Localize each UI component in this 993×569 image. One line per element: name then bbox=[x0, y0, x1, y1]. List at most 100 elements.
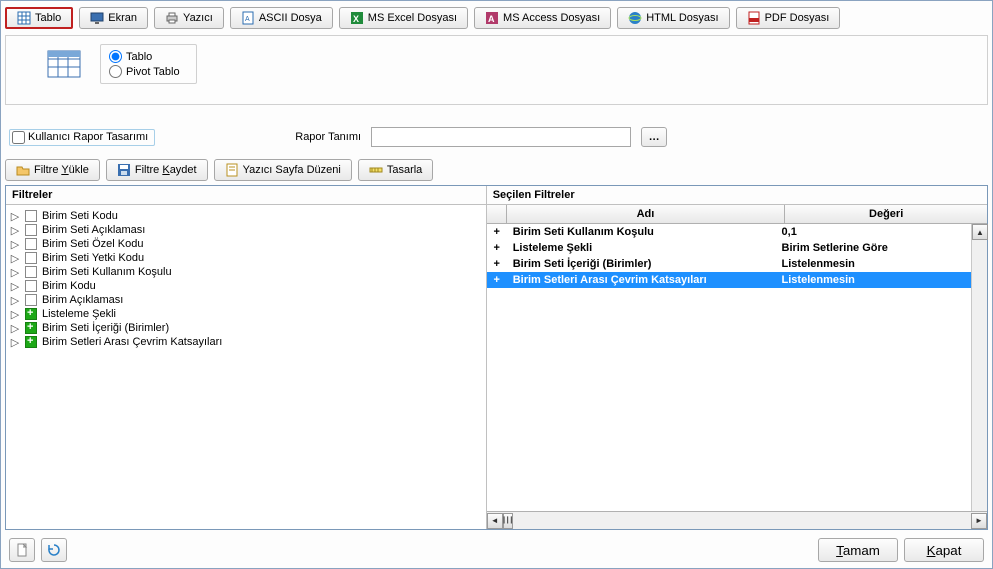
table-large-icon bbox=[46, 49, 82, 79]
report-def-input[interactable] bbox=[371, 127, 631, 147]
selected-filter-row[interactable]: +Birim Seti Kullanım Koşulu0,1 bbox=[487, 224, 971, 240]
status-empty-icon bbox=[25, 210, 37, 222]
filter-item-label: Birim Seti Kullanım Koşulu bbox=[42, 266, 172, 278]
output-access-label: MS Access Dosyası bbox=[503, 12, 600, 24]
filter-item-label: Birim Seti Yetki Kodu bbox=[42, 252, 144, 264]
report-def-label: Rapor Tanımı bbox=[295, 131, 361, 143]
status-green-icon bbox=[25, 322, 37, 334]
view-mode-pivot-radio[interactable] bbox=[109, 65, 122, 78]
refresh-icon bbox=[47, 543, 61, 557]
grid-header-value[interactable]: Değeri bbox=[785, 205, 987, 223]
report-def-browse-button[interactable]: … bbox=[641, 127, 667, 147]
user-design-label: Kullanıcı Rapor Tasarımı bbox=[28, 131, 148, 143]
filter-save-button[interactable]: Filtre Kaydet bbox=[106, 159, 208, 181]
view-mode-pivot-label: Pivot Tablo bbox=[126, 66, 180, 78]
selected-filter-row[interactable]: +Listeleme ŞekliBirim Setlerine Göre bbox=[487, 240, 971, 256]
status-empty-icon bbox=[25, 252, 37, 264]
filter-tree-item[interactable]: ▷ Birim Kodu bbox=[8, 279, 484, 293]
svg-text:A: A bbox=[245, 16, 250, 23]
expand-icon[interactable]: ▷ bbox=[10, 211, 20, 221]
filter-item-label: Birim Açıklaması bbox=[42, 294, 123, 306]
user-design-checkbox[interactable] bbox=[12, 131, 25, 144]
filter-item-label: Birim Seti İçeriği (Birimler) bbox=[42, 322, 169, 334]
view-mode-tablo-radio[interactable] bbox=[109, 50, 122, 63]
report-dialog: Tablo Ekran Yazıcı A ASCII Dosya X MS Ex… bbox=[0, 0, 993, 569]
filter-tree-item[interactable]: ▷ Birim Seti Kullanım Koşulu bbox=[8, 265, 484, 279]
selected-filter-value: Birim Setlerine Göre bbox=[776, 240, 971, 256]
selected-filter-row[interactable]: +Birim Setleri Arası Çevrim KatsayılarıL… bbox=[487, 272, 971, 288]
filter-tree-item[interactable]: ▷ Birim Açıklaması bbox=[8, 293, 484, 307]
expand-plus-icon[interactable]: + bbox=[487, 224, 507, 240]
expand-plus-icon[interactable]: + bbox=[487, 272, 507, 288]
svg-text:X: X bbox=[353, 14, 359, 24]
expand-icon[interactable]: ▷ bbox=[10, 225, 20, 235]
expand-icon[interactable]: ▷ bbox=[10, 337, 20, 347]
vertical-scrollbar[interactable]: ▲ bbox=[971, 224, 987, 511]
selected-filter-row[interactable]: +Birim Seti İçeriği (Birimler)Listelenme… bbox=[487, 256, 971, 272]
printer-icon bbox=[165, 11, 179, 25]
filter-tree-item[interactable]: ▷Birim Seti Kodu bbox=[8, 209, 484, 223]
new-page-button[interactable] bbox=[9, 538, 35, 562]
expand-icon[interactable]: ▷ bbox=[10, 309, 20, 319]
selected-filter-name: Birim Setleri Arası Çevrim Katsayıları bbox=[507, 272, 776, 288]
close-button[interactable]: Kapat bbox=[904, 538, 984, 562]
filter-toolbar: Filtre Yükle Filtre Kaydet Yazıcı Sayfa … bbox=[5, 159, 988, 185]
access-icon: A bbox=[485, 11, 499, 25]
refresh-button[interactable] bbox=[41, 538, 67, 562]
view-mode-group: Tablo Pivot Tablo bbox=[100, 44, 197, 84]
scroll-right-button[interactable]: ► bbox=[971, 513, 987, 529]
printer-page-layout-button[interactable]: Yazıcı Sayfa Düzeni bbox=[214, 159, 352, 181]
filter-tree-item[interactable]: ▷Birim Seti Özel Kodu bbox=[8, 237, 484, 251]
filter-tree-item[interactable]: ▷Birim Seti Açıklaması bbox=[8, 223, 484, 237]
report-def-row: Kullanıcı Rapor Tasarımı Rapor Tanımı … bbox=[5, 123, 988, 159]
folder-open-icon bbox=[16, 163, 30, 177]
expand-icon[interactable]: ▷ bbox=[10, 253, 20, 263]
filter-tree-item[interactable]: ▷Listeleme Şekli bbox=[8, 307, 484, 321]
view-mode-panel: Tablo Pivot Tablo bbox=[5, 35, 988, 105]
horizontal-scrollbar[interactable]: ◄ ┃┃┃ ► bbox=[487, 511, 987, 529]
user-design-checkbox-wrap[interactable]: Kullanıcı Rapor Tasarımı bbox=[9, 129, 155, 146]
status-empty-icon bbox=[25, 294, 37, 306]
output-toolbar: Tablo Ekran Yazıcı A ASCII Dosya X MS Ex… bbox=[5, 5, 988, 35]
design-button[interactable]: Tasarla bbox=[358, 159, 433, 181]
output-excel-button[interactable]: X MS Excel Dosyası bbox=[339, 7, 468, 29]
expand-plus-icon[interactable]: + bbox=[487, 256, 507, 272]
filters-tree[interactable]: ▷Birim Seti Kodu▷Birim Seti Açıklaması▷B… bbox=[6, 205, 486, 529]
filters-panel: Filtreler ▷Birim Seti Kodu▷Birim Seti Aç… bbox=[5, 185, 988, 530]
status-green-icon bbox=[25, 336, 37, 348]
ok-button[interactable]: Tamam bbox=[818, 538, 898, 562]
filter-item-label: Birim Kodu bbox=[42, 280, 96, 292]
view-mode-pivot[interactable]: Pivot Tablo bbox=[109, 64, 180, 79]
expand-icon[interactable]: ▷ bbox=[10, 323, 20, 333]
view-mode-tablo[interactable]: Tablo bbox=[109, 49, 180, 64]
filter-tree-item[interactable]: ▷ Birim Seti İçeriği (Birimler) bbox=[8, 321, 484, 335]
expand-icon[interactable]: ▷ bbox=[10, 281, 20, 291]
output-pdf-button[interactable]: PDF Dosyası bbox=[736, 7, 841, 29]
expand-icon[interactable]: ▷ bbox=[10, 239, 20, 249]
selected-filters-grid-body[interactable]: +Birim Seti Kullanım Koşulu0,1+Listeleme… bbox=[487, 224, 971, 511]
output-ekran-label: Ekran bbox=[108, 12, 137, 24]
expand-plus-icon[interactable]: + bbox=[487, 240, 507, 256]
selected-filters-pane: Seçilen Filtreler Adı Değeri +Birim Seti… bbox=[487, 186, 987, 529]
grid-header-name[interactable]: Adı bbox=[507, 205, 786, 223]
excel-icon: X bbox=[350, 11, 364, 25]
expand-icon[interactable]: ▷ bbox=[10, 295, 20, 305]
status-green-icon bbox=[25, 308, 37, 320]
scroll-left-button[interactable]: ◄ bbox=[487, 513, 503, 529]
filter-tree-item[interactable]: ▷Birim Setleri Arası Çevrim Katsayıları bbox=[8, 335, 484, 349]
scroll-thumb[interactable]: ┃┃┃ bbox=[503, 513, 513, 529]
status-empty-icon bbox=[25, 266, 37, 278]
output-tablo-button[interactable]: Tablo bbox=[5, 7, 73, 29]
filter-tree-item[interactable]: ▷ Birim Seti Yetki Kodu bbox=[8, 251, 484, 265]
filter-load-button[interactable]: Filtre Yükle bbox=[5, 159, 100, 181]
output-ascii-button[interactable]: A ASCII Dosya bbox=[230, 7, 333, 29]
output-ekran-button[interactable]: Ekran bbox=[79, 7, 148, 29]
output-html-button[interactable]: HTML Dosyası bbox=[617, 7, 729, 29]
scroll-up-button[interactable]: ▲ bbox=[972, 224, 988, 240]
page-icon bbox=[15, 543, 29, 557]
output-yazici-button[interactable]: Yazıcı bbox=[154, 7, 224, 29]
expand-icon[interactable]: ▷ bbox=[10, 267, 20, 277]
ruler-icon bbox=[369, 163, 383, 177]
output-access-button[interactable]: A MS Access Dosyası bbox=[474, 7, 611, 29]
status-empty-icon bbox=[25, 238, 37, 250]
